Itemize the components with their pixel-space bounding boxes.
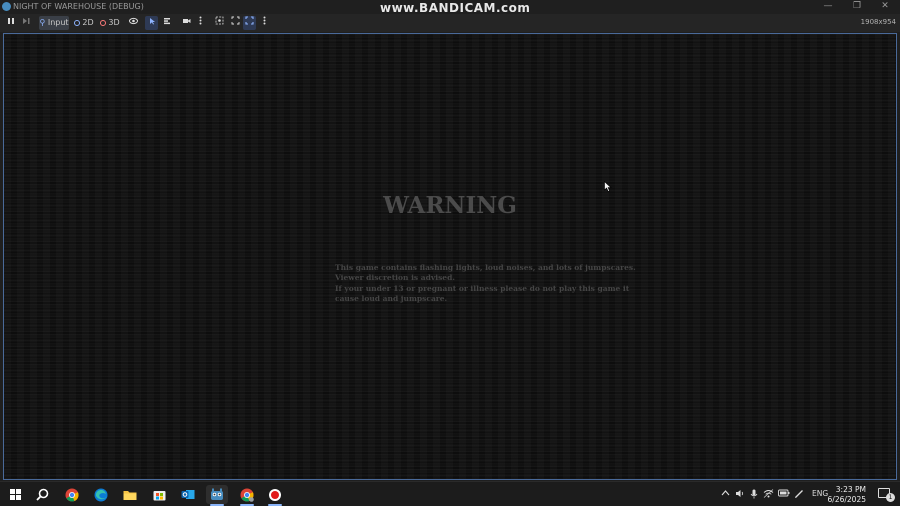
mode-2d-button[interactable]: 2D — [73, 16, 95, 30]
godot-app-icon — [2, 2, 11, 11]
debug-toolbar: ⚲ Input 2D 3D — [0, 14, 900, 32]
file-explorer-icon[interactable] — [119, 485, 141, 504]
input-mode-button[interactable]: ⚲ Input — [39, 16, 69, 30]
step-frame-icon[interactable] — [20, 16, 32, 30]
reset-camera-icon[interactable] — [229, 16, 241, 30]
chrome-profile-icon[interactable] — [236, 485, 258, 506]
camera-override-icon[interactable] — [180, 16, 192, 30]
select-tool-icon[interactable] — [145, 16, 158, 30]
warning-message: This game contains flashing lights, loud… — [335, 263, 636, 304]
warning-title: WARNING — [383, 192, 517, 219]
radio-3d-icon — [100, 20, 107, 26]
edge-icon[interactable] — [90, 485, 112, 504]
notification-badge: 1 — [886, 493, 895, 502]
clock-time: 3:23 PM — [835, 485, 866, 494]
window-title-bar: NIGHT OF WAREHOUSE (DEBUG) www.BANDICAM.… — [0, 0, 900, 15]
pause-icon[interactable] — [5, 16, 17, 30]
mode-2d-label: 2D — [82, 18, 94, 27]
battery-icon[interactable] — [778, 489, 790, 499]
list-select-icon[interactable] — [161, 16, 173, 30]
clock-date: 6/26/2025 — [827, 495, 866, 504]
maximize-button[interactable]: ❐ — [843, 0, 871, 14]
chrome-icon[interactable] — [61, 485, 83, 504]
resolution-label: 1908x954 — [860, 18, 896, 26]
wifi-icon[interactable] — [763, 489, 774, 500]
search-icon[interactable] — [31, 485, 53, 504]
bandicam-watermark: www.BANDICAM.com — [380, 1, 531, 15]
game-viewport[interactable]: WARNING This game contains flashing ligh… — [3, 33, 897, 480]
language-indicator[interactable]: ENG — [812, 489, 828, 498]
mode-3d-label: 3D — [108, 18, 120, 27]
godot-icon[interactable] — [206, 485, 228, 506]
system-clock[interactable]: 3:23 PM 6/26/2025 — [828, 485, 866, 505]
eye-icon[interactable] — [127, 16, 139, 30]
windows-taskbar: ENG 3:23 PM 6/26/2025 1 — [0, 481, 900, 506]
bandicam-record-icon[interactable] — [264, 485, 286, 506]
pen-workspace-icon[interactable] — [794, 489, 804, 501]
input-label: Input — [47, 18, 69, 27]
windows-start-icon[interactable] — [4, 485, 26, 504]
show-hidden-icons-icon[interactable] — [721, 489, 730, 498]
store-icon[interactable] — [148, 485, 170, 504]
microphone-icon[interactable] — [750, 489, 758, 501]
warning-line: If your under 13 or pregnant or illness … — [335, 283, 630, 293]
zoom-camera-icon[interactable] — [213, 16, 225, 30]
window-title: NIGHT OF WAREHOUSE (DEBUG) — [13, 2, 144, 11]
close-button[interactable]: ✕ — [871, 0, 899, 14]
radio-2d-icon — [74, 20, 81, 26]
speaker-icon[interactable] — [735, 489, 745, 500]
warning-line: This game contains flashing lights, loud… — [335, 263, 636, 272]
mode-3d-button[interactable]: 3D — [99, 16, 121, 30]
input-icon: ⚲ — [39, 18, 46, 27]
minimize-button[interactable]: — — [814, 0, 842, 14]
mouse-cursor-icon — [604, 181, 612, 192]
embed-options-icon[interactable] — [259, 16, 269, 30]
outlook-icon[interactable] — [177, 485, 199, 504]
static-noise-background — [4, 34, 896, 479]
warning-line: Viewer discretion is advised. — [335, 273, 455, 283]
fullscreen-icon[interactable] — [243, 16, 256, 30]
more-options-icon[interactable] — [195, 16, 205, 30]
warning-line: cause loud and jumpscare. — [335, 293, 448, 303]
